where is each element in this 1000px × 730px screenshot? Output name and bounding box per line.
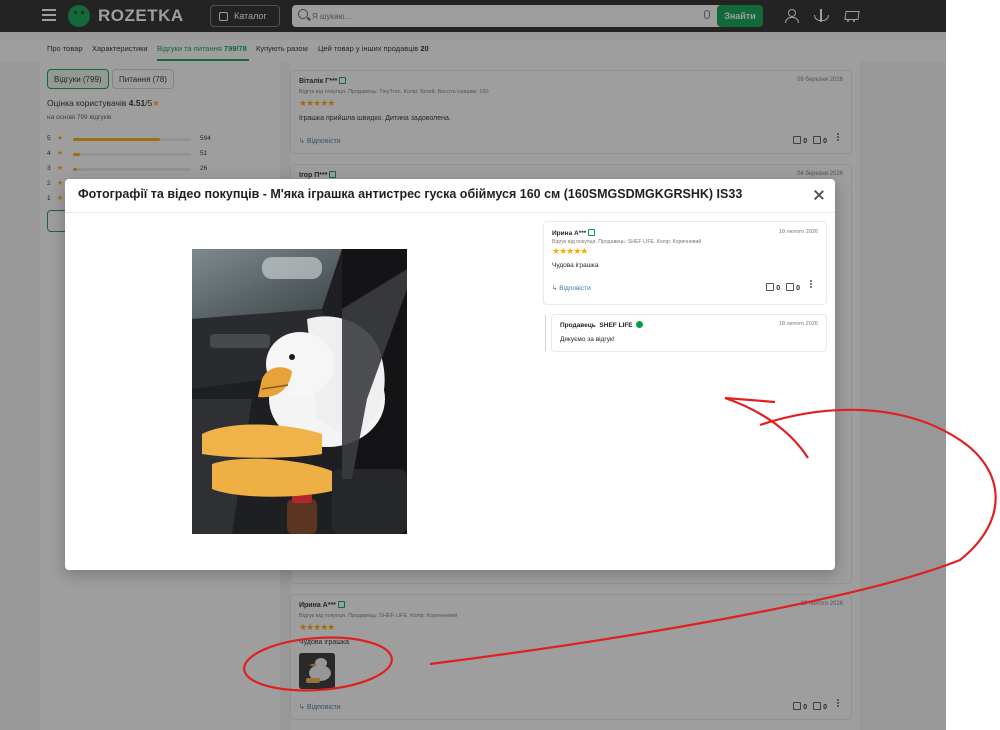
screen: ROZETKA Каталог Знайти Про товар Характе… (0, 0, 1000, 730)
modal-review-card: Ирина А*** 18 лютого 2026 Відгук від пок… (543, 221, 827, 305)
customer-photos-modal: Фотографії та відео покупців - М'яка ігр… (65, 179, 835, 570)
review-votes: 0 0 (766, 283, 812, 292)
verified-buyer-icon (588, 229, 596, 236)
divider (65, 212, 835, 213)
thumbs-up-icon (766, 283, 775, 291)
dislike-button[interactable]: 0 (786, 283, 800, 292)
like-button[interactable]: 0 (766, 283, 780, 292)
thumbs-down-icon (786, 283, 795, 291)
reply-link[interactable]: ↳ Відповісти (552, 284, 591, 292)
modal-title: Фотографії та відео покупців - М'яка ігр… (78, 187, 743, 201)
goose-plush-photo (192, 249, 407, 534)
seller-name: Продавець SHEF LIFE (560, 321, 643, 329)
review-date: 18 лютого 2026 (778, 229, 818, 235)
reviewer-name: Ирина А*** (552, 229, 596, 237)
customer-photo[interactable] (192, 249, 407, 534)
seller-reply-text: Дякуємо за відгук! (560, 336, 615, 343)
seller-reply-date: 18 лютого 2026 (778, 321, 818, 327)
review-stars: ★★★★★ (552, 246, 588, 256)
close-icon[interactable] (813, 189, 825, 201)
more-icon[interactable] (810, 283, 812, 285)
verified-seller-icon (635, 321, 643, 328)
review-text: Чудова іграшка (552, 262, 599, 269)
review-meta: Відгук від покупця. Продавець: SHEF LIFE… (552, 239, 702, 245)
seller-reply-card: Продавець SHEF LIFE 18 лютого 2026 Дякує… (545, 314, 827, 352)
